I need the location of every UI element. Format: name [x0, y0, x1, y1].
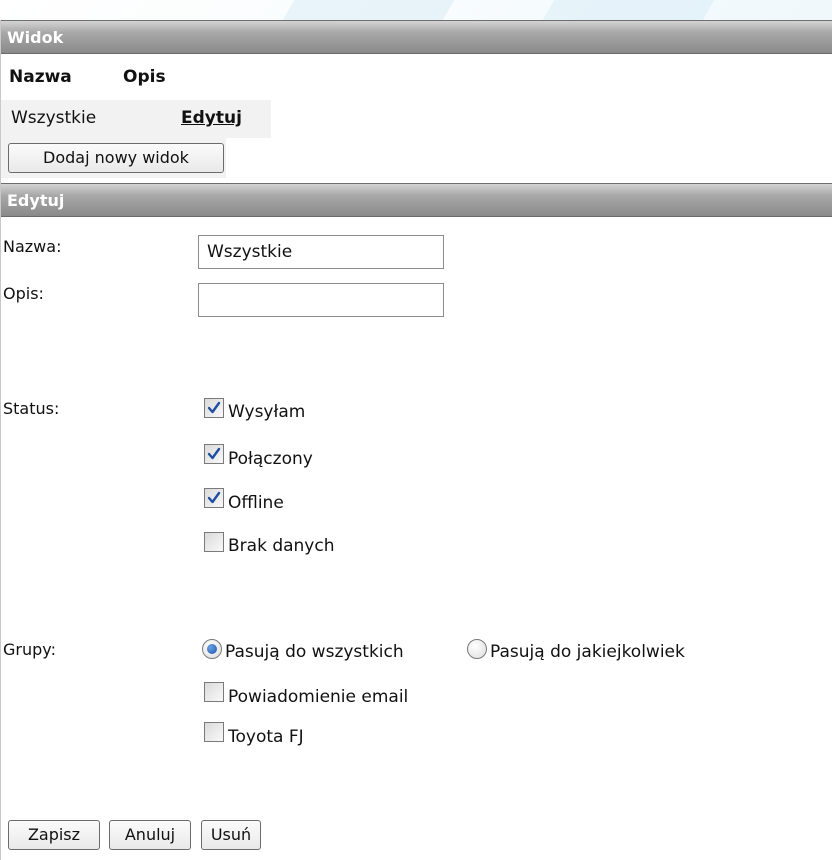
status-option-connected: Połączony [228, 449, 313, 469]
status-option-no-data: Brak danych [228, 536, 335, 556]
checkmark-icon [207, 401, 221, 414]
checkmark-icon [207, 491, 221, 504]
delete-button[interactable]: Usuń [201, 820, 261, 850]
checkmark-icon [207, 447, 221, 460]
group-checkbox-email[interactable] [204, 682, 224, 702]
column-header-name: Nazwa [9, 67, 72, 87]
match-all-option: Pasują do wszystkich [225, 642, 404, 662]
description-label: Opis: [3, 284, 44, 303]
status-checkbox-no-data[interactable] [204, 532, 224, 552]
status-label: Status: [3, 399, 60, 418]
match-any-option: Pasują do jakiejkolwiek [490, 642, 685, 662]
edit-section-title: Edytuj [7, 191, 65, 210]
status-option-sending: Wysyłam [228, 402, 306, 422]
group-option-toyota: Toyota FJ [228, 727, 304, 747]
status-checkbox-connected[interactable] [204, 444, 224, 464]
groups-label: Grupy: [3, 640, 56, 659]
view-name-cell: Wszystkie [11, 108, 97, 128]
name-label: Nazwa: [3, 237, 62, 256]
views-panel: Widok Nazwa Opis Wszystkie Edytuj Dodaj … [0, 20, 832, 860]
match-all-radio[interactable] [202, 639, 222, 659]
add-new-view-button[interactable]: Dodaj nowy widok [8, 143, 224, 173]
cancel-button[interactable]: Anuluj [109, 820, 191, 850]
edit-view-link[interactable]: Edytuj [181, 108, 242, 128]
status-checkbox-sending[interactable] [204, 398, 224, 418]
status-option-offline: Offline [228, 493, 284, 513]
description-input[interactable] [198, 283, 444, 317]
status-checkbox-offline[interactable] [204, 488, 224, 508]
views-section-header: Widok [1, 20, 832, 54]
name-input[interactable] [198, 235, 444, 269]
save-button[interactable]: Zapisz [8, 820, 100, 850]
column-header-description: Opis [123, 67, 166, 87]
match-any-radio[interactable] [467, 639, 487, 659]
group-option-email: Powiadomienie email [228, 687, 409, 707]
edit-section-header: Edytuj [1, 183, 832, 217]
group-checkbox-toyota[interactable] [204, 722, 224, 742]
views-section-title: Widok [7, 28, 64, 47]
